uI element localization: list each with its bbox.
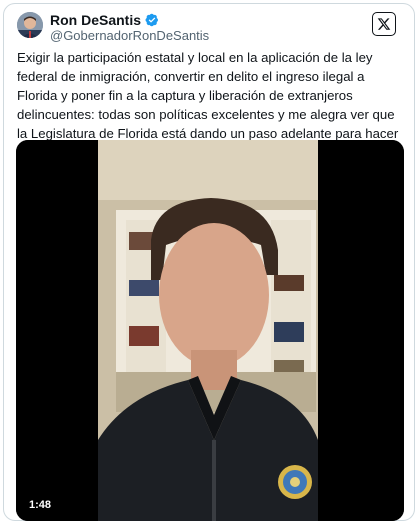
author-handle[interactable]: @GobernadorRonDeSantis [50,28,209,43]
tweet-card[interactable]: Ron DeSantis @GobernadorRonDeSantis Exig… [3,3,415,521]
video-player[interactable]: 1:48 [16,140,404,521]
video-thumbnail [16,140,404,521]
video-duration: 1:48 [24,498,57,512]
x-logo-icon[interactable] [372,12,396,36]
verified-badge-icon [145,13,158,27]
author-name-row[interactable]: Ron DeSantis [50,12,159,28]
x-logo-glyph [377,18,391,30]
avatar-image [17,12,43,38]
avatar[interactable] [17,12,43,38]
author-display-name[interactable]: Ron DeSantis [50,12,141,28]
